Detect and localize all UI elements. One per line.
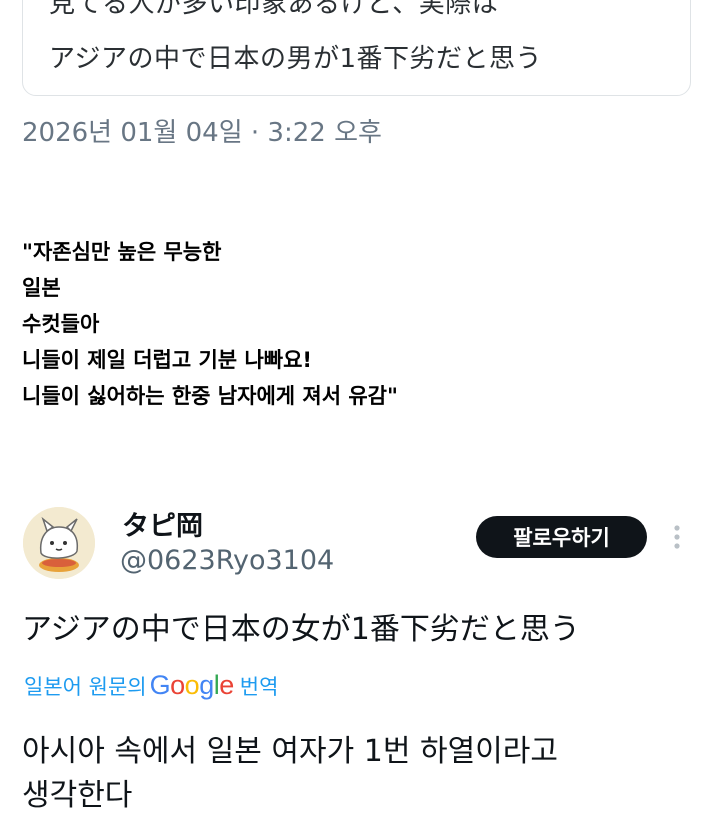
follow-button[interactable]: 팔로우하기 bbox=[476, 516, 647, 558]
translated-text-line: 아시아 속에서 일본 여자가 1번 하열이라고 bbox=[22, 734, 558, 769]
translated-text-line: 생각한다 bbox=[22, 778, 133, 813]
quoted-tweet-card[interactable]: 見てる人が多い印象あるけど、実際は アジアの中で日本の男が1番下劣だと思う bbox=[22, 0, 691, 96]
translate-link[interactable]: 일본어 원문의 Google 번역 bbox=[24, 670, 278, 701]
translation-suffix: 번역 bbox=[239, 675, 279, 699]
quoted-tweet-line: 見てる人が多い印象あるけど、実際は bbox=[49, 0, 499, 19]
avatar-illustration bbox=[23, 507, 95, 579]
google-logo: Google bbox=[149, 670, 235, 700]
user-handle[interactable]: @0623Ryo3104 bbox=[120, 545, 334, 576]
comment-line: 일본 bbox=[22, 276, 61, 300]
tweet-text: アジアの中で日本の女が1番下劣だと思う bbox=[22, 612, 580, 647]
more-options-icon[interactable] bbox=[670, 520, 684, 554]
display-name[interactable]: タピ岡 bbox=[122, 504, 203, 543]
comment-line: "자존심만 높은 무능한 bbox=[22, 240, 222, 264]
avatar[interactable] bbox=[23, 507, 95, 579]
comment-line: 수컷들아 bbox=[22, 312, 100, 336]
vertical-dots-icon bbox=[674, 525, 680, 549]
tweet-timestamp[interactable]: 2026년 01월 04일 · 3:22 오후 bbox=[22, 112, 382, 149]
translation-prefix: 일본어 원문의 bbox=[24, 675, 147, 699]
comment-line: 니들이 제일 더럽고 기분 나빠요! bbox=[22, 348, 312, 372]
quoted-tweet-line: アジアの中で日本の男が1番下劣だと思う bbox=[49, 44, 543, 74]
comment-line: 니들이 싫어하는 한중 남자에게 져서 유감" bbox=[22, 384, 398, 408]
